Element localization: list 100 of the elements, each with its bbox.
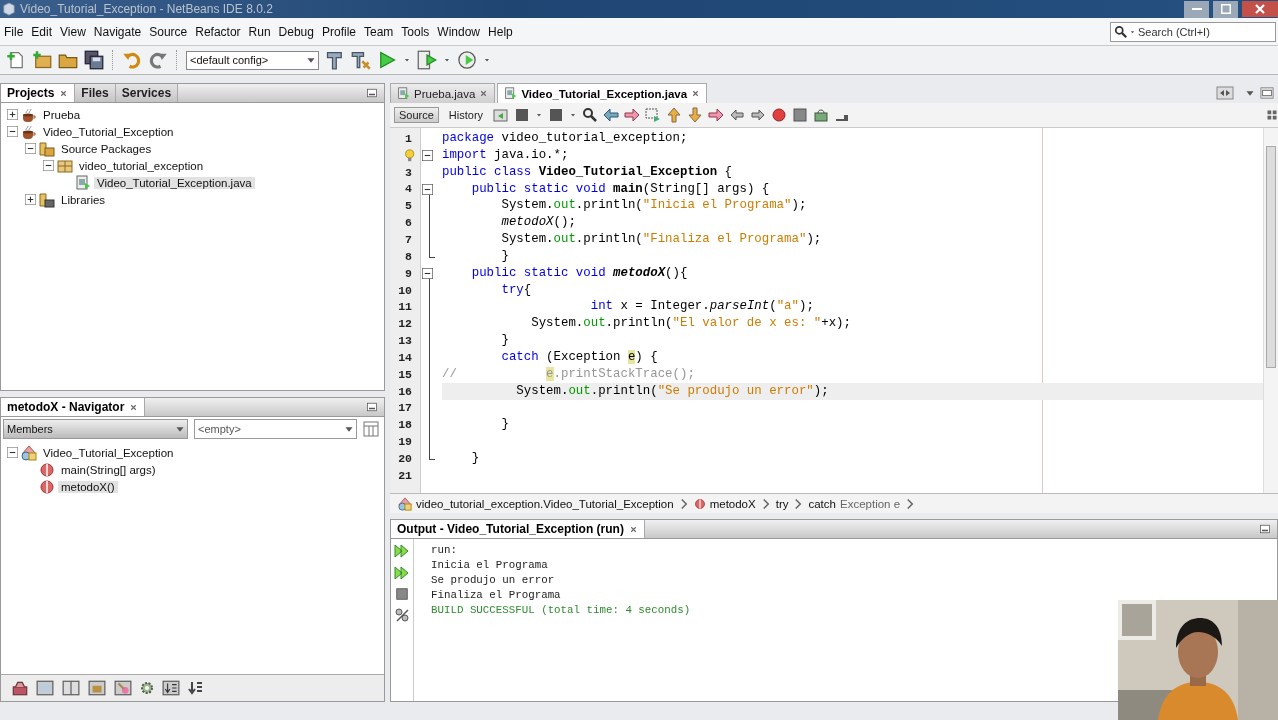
collapse-icon[interactable] <box>7 447 18 458</box>
menu-item[interactable]: Tools <box>397 24 434 39</box>
filter-dropdown[interactable]: <empty> <box>194 419 357 439</box>
panel-tab[interactable]: Services <box>115 84 179 102</box>
search-field[interactable]: Search (Ctrl+I) <box>1110 21 1276 42</box>
tree-item[interactable]: video_tutorial_exception <box>76 159 207 172</box>
tree-item[interactable]: main(String[] args) <box>58 463 159 476</box>
breadcrumb-item[interactable]: video_tutorial_exception.Video_Tutorial_Exception <box>398 496 674 511</box>
close-icon[interactable] <box>691 89 701 98</box>
panel-tab[interactable]: metodoX - Navigator <box>1 398 146 416</box>
sort-box-icon[interactable] <box>161 679 181 697</box>
close-icon[interactable] <box>129 402 139 412</box>
minimize-button[interactable] <box>1184 0 1209 18</box>
menu-item[interactable]: Navigate <box>89 24 146 39</box>
panel-tab[interactable]: Output - Video_Tutorial_Exception (run) <box>391 520 645 538</box>
arrow-down-icon[interactable] <box>687 107 704 123</box>
editor-tab[interactable]: Prueba.java <box>390 83 496 103</box>
tree-item[interactable]: Source Packages <box>58 142 155 155</box>
minimize-icon[interactable] <box>366 87 378 99</box>
menu-item[interactable]: Team <box>360 24 398 39</box>
window-icon[interactable] <box>1260 86 1274 100</box>
editor-tab[interactable]: Video_Tutorial_Exception.java <box>497 83 708 103</box>
settings-icon[interactable] <box>394 607 410 623</box>
double-arrow-icon[interactable] <box>394 565 410 581</box>
arrow-left-icon[interactable] <box>603 107 620 123</box>
sort-icon[interactable] <box>187 680 203 696</box>
collapse-icon[interactable] <box>43 160 54 171</box>
minimize-icon[interactable] <box>366 401 378 413</box>
tree-item[interactable]: Video_Tutorial_Exception.java <box>94 176 255 189</box>
tree-item[interactable]: Video_Tutorial_Exception <box>40 446 177 459</box>
redo-icon[interactable] <box>148 50 168 70</box>
close-button[interactable] <box>1242 0 1278 18</box>
code-line: public class Video_Tutorial_Exception { <box>442 163 733 181</box>
arrow-right-icon[interactable] <box>624 107 641 123</box>
macro-icon[interactable] <box>813 107 830 123</box>
menu-item[interactable]: Refactor <box>191 24 245 39</box>
breadcrumb-item[interactable]: metodoX <box>693 497 756 510</box>
record-icon[interactable] <box>771 107 788 123</box>
search-icon[interactable] <box>582 107 599 123</box>
gear-icon[interactable] <box>139 680 155 696</box>
breadcrumb-item[interactable]: catch Exception e <box>808 497 901 510</box>
panel-tab[interactable]: Files <box>75 84 116 102</box>
new-folder-icon[interactable] <box>32 50 52 70</box>
config-dropdown[interactable]: <default config> <box>186 50 319 70</box>
close-icon[interactable] <box>479 89 489 98</box>
save-icon[interactable] <box>84 50 104 70</box>
panel-icon[interactable] <box>363 421 379 437</box>
grid-icon[interactable] <box>1266 109 1278 121</box>
tree-item[interactable]: Video_Tutorial_Exception <box>40 125 177 138</box>
menu-item[interactable]: Profile <box>318 24 360 39</box>
columns-icon[interactable] <box>61 679 81 697</box>
close-icon[interactable] <box>628 524 638 534</box>
breadcrumb-item[interactable]: try <box>775 497 789 510</box>
collapse-icon[interactable] <box>422 183 433 195</box>
menu-item[interactable]: File <box>0 24 28 39</box>
briefcase-icon[interactable] <box>87 679 107 697</box>
paint-icon[interactable] <box>113 679 133 697</box>
arrow-up-icon[interactable] <box>666 107 683 123</box>
expand-icon[interactable] <box>25 194 36 205</box>
view-tab[interactable]: History <box>443 107 489 123</box>
square-icon[interactable] <box>514 107 531 123</box>
collapse-icon[interactable] <box>422 267 433 279</box>
arrow-right-icon[interactable] <box>708 107 725 123</box>
shift-left-icon[interactable] <box>729 107 746 123</box>
double-arrow-icon[interactable] <box>394 543 410 559</box>
stop-icon[interactable] <box>395 587 409 601</box>
tree-item[interactable]: Libraries <box>58 193 109 206</box>
expand-icon[interactable] <box>7 109 18 120</box>
undo-icon[interactable] <box>122 50 142 70</box>
menu-item[interactable]: Window <box>433 24 485 39</box>
minimize-icon[interactable] <box>1259 523 1271 535</box>
run-icon[interactable] <box>377 50 397 70</box>
tree-item[interactable]: Prueba <box>40 108 84 121</box>
menu-item[interactable]: Help <box>484 24 517 39</box>
shift-right-icon[interactable] <box>750 107 767 123</box>
panel-tab[interactable]: Projects <box>1 84 76 102</box>
menu-item[interactable]: View <box>56 24 90 39</box>
frame-icon[interactable] <box>35 679 55 697</box>
maximize-button[interactable] <box>1213 0 1238 18</box>
hammer-broom-icon[interactable] <box>351 50 371 70</box>
stop-icon[interactable] <box>792 107 809 123</box>
collapse-icon[interactable] <box>25 143 36 154</box>
menu-item[interactable]: Source <box>145 24 192 39</box>
basket-icon[interactable] <box>11 679 29 697</box>
new-file-icon[interactable] <box>6 50 26 70</box>
filter-dropdown[interactable]: Members <box>3 419 188 439</box>
menu-item[interactable]: Run <box>244 24 275 39</box>
close-icon[interactable] <box>59 88 69 98</box>
scrollbar[interactable] <box>1263 128 1278 493</box>
collapse-icon[interactable] <box>422 149 433 161</box>
view-tab[interactable]: Source <box>394 107 439 123</box>
tree-item[interactable]: metodoX() <box>58 480 118 493</box>
hammer-icon[interactable] <box>325 50 345 70</box>
bulb-icon[interactable] <box>404 148 417 162</box>
menu-item[interactable]: Debug <box>274 24 318 39</box>
collapse-icon[interactable] <box>7 126 18 137</box>
square-icon[interactable] <box>548 107 565 123</box>
document-arrow-icon[interactable] <box>417 50 437 70</box>
clock-icon[interactable] <box>457 50 477 70</box>
menu-item[interactable]: Edit <box>27 24 57 39</box>
